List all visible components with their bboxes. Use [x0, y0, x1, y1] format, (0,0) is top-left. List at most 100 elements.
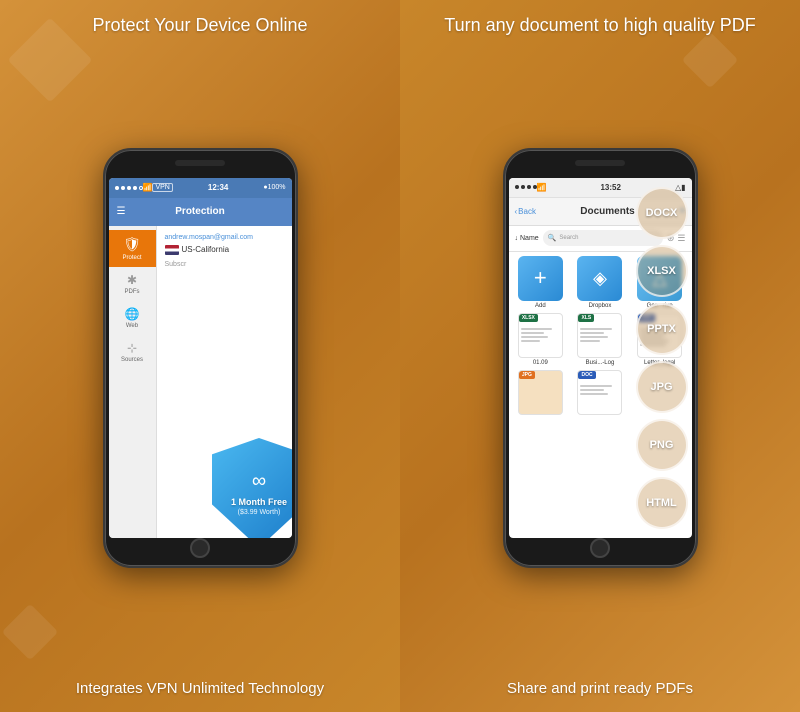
location-label: US-California [182, 245, 230, 254]
format-pills-container: DOCX XLSX PPTX JPG PNG HTML [636, 187, 688, 529]
xls-label: Busi...-Log [586, 360, 615, 366]
search-icon: 🔍 [548, 234, 557, 242]
format-pill-html: HTML [636, 477, 688, 529]
signal-dot-3 [127, 186, 131, 190]
vpn-subscription: Subscr [165, 261, 284, 268]
us-flag-icon [165, 245, 179, 255]
doc-sort-button[interactable]: ↓ Name [515, 235, 539, 242]
vpn-nav-title: Protection [175, 206, 224, 217]
left-panel: Protect Your Device Online 📶 [0, 0, 400, 712]
xls-preview-lines [578, 326, 621, 346]
doc-item-xlsx[interactable]: XLSX 01.09 [513, 313, 569, 366]
doc-item-dropbox[interactable]: ◈ Dropbox [572, 256, 628, 309]
doc-dot-2 [521, 185, 525, 189]
format-pill-pptx: PPTX [636, 303, 688, 355]
jpg-pill-label: JPG [650, 381, 672, 393]
doc2-file-icon: DOC [577, 370, 622, 415]
app-container: Protect Your Device Online 📶 [0, 0, 800, 712]
xlsx-file-icon: XLSX [518, 313, 563, 358]
pdf-icon: ✱ [127, 273, 137, 287]
wifi-icon: 📶 [143, 183, 153, 192]
vpn-status-bar: 📶 VPN 12:34 ● 100% [109, 178, 292, 198]
sort-label: Name [520, 235, 539, 242]
xls-file-icon: XLS [577, 313, 622, 358]
jpg-badge: JPG [519, 371, 535, 379]
shield-shape: ∞ 1 Month Free ($3.99 Worth) [212, 438, 292, 538]
sources-icon: ⊹ [127, 341, 137, 355]
add-folder-icon: + [518, 256, 563, 301]
back-label: Back [518, 207, 536, 216]
xlsx-badge: XLSX [519, 314, 538, 322]
doc-item-xls[interactable]: XLS Busi...-Log [572, 313, 628, 366]
left-phone-wrapper: 📶 VPN 12:34 ● 100% ☰ Protection [103, 47, 298, 668]
png-label: PNG [650, 439, 674, 451]
doc-dot-1 [515, 185, 519, 189]
right-panel-title: Turn any document to high quality PDF [424, 0, 776, 47]
shield-logo: ∞ [252, 470, 266, 493]
left-panel-footer: Integrates VPN Unlimited Technology [56, 669, 344, 712]
dropbox-label: Dropbox [589, 303, 612, 309]
format-pill-png: PNG [636, 419, 688, 471]
sidebar-pdfs-label: PDFs [125, 289, 140, 295]
search-placeholder: Search [559, 235, 578, 241]
doc-time: 13:52 [600, 183, 620, 192]
xlsx-label: 01.09 [533, 360, 548, 366]
dropbox-folder-icon: ◈ [577, 256, 622, 301]
signal-dots [115, 186, 143, 190]
home-button-right[interactable] [590, 538, 610, 558]
doc-dot-3 [527, 185, 531, 189]
sidebar-item-web[interactable]: 🌐 Web [109, 301, 156, 335]
docx-label: DOCX [646, 207, 678, 219]
vpn-nav-bar: ☰ Protection [109, 198, 292, 226]
xlsx-pill-label: XLSX [647, 265, 676, 277]
protect-icon: 🛡 [123, 236, 141, 253]
format-pill-docx: DOCX [636, 187, 688, 239]
add-label: Add [535, 303, 546, 309]
vpn-body: 🛡 Protect ✱ PDFs 🌐 Web [109, 226, 292, 538]
sidebar-protect-label: Protect [122, 255, 141, 261]
sort-icon: ↓ [515, 235, 519, 242]
signal-dot-4 [133, 186, 137, 190]
signal-dot-2 [121, 186, 125, 190]
sidebar-item-pdfs[interactable]: ✱ PDFs [109, 267, 156, 301]
shield-overlay: ∞ 1 Month Free ($3.99 Worth) [212, 438, 292, 538]
carrier-label: VPN [152, 183, 172, 192]
doc-item-add[interactable]: + Add [513, 256, 569, 309]
vpn-content: andrew.mospan@gmail.com US-California Su… [157, 226, 292, 538]
sidebar-sources-label: Sources [121, 357, 143, 363]
file-preview-lines [519, 326, 562, 346]
doc-back-button[interactable]: ‹ Back [515, 207, 536, 216]
jpg-file-icon: JPG [518, 370, 563, 415]
status-time: 12:34 [208, 183, 228, 192]
doc-item-jpg[interactable]: JPG [513, 370, 569, 417]
shield-promo-subtext: ($3.99 Worth) [238, 509, 281, 516]
left-panel-title: Protect Your Device Online [72, 0, 327, 47]
sidebar-item-protect[interactable]: 🛡 Protect [109, 230, 156, 267]
vpn-location: US-California [165, 245, 284, 255]
left-phone: 📶 VPN 12:34 ● 100% ☰ Protection [103, 148, 298, 568]
vpn-email: andrew.mospan@gmail.com [165, 234, 284, 241]
doc2-badge: DOC [578, 371, 595, 379]
vpn-sidebar: 🛡 Protect ✱ PDFs 🌐 Web [109, 226, 157, 538]
doc-wifi-icon: 📶 [537, 183, 547, 192]
chevron-left-icon: ‹ [515, 207, 518, 216]
right-phone-wrapper: 📶 13:52 △ ▮ ‹ Back Documents + [503, 47, 698, 668]
sidebar-item-sources[interactable]: ⊹ Sources [109, 335, 156, 369]
pptx-label: PPTX [647, 323, 676, 335]
home-button-left[interactable] [190, 538, 210, 558]
format-pill-xlsx: XLSX [636, 245, 688, 297]
shield-promo-text: 1 Month Free [231, 497, 287, 508]
format-pill-jpg: JPG [636, 361, 688, 413]
sidebar-web-label: Web [126, 323, 138, 329]
doc-item-doc2[interactable]: DOC [572, 370, 628, 417]
xls-badge: XLS [578, 314, 594, 322]
right-panel-footer: Share and print ready PDFs [487, 669, 713, 712]
html-label: HTML [646, 497, 677, 509]
doc-signal-dots [515, 185, 537, 189]
battery-label: 100% [268, 184, 286, 191]
right-panel: Turn any document to high quality PDF 📶 … [400, 0, 800, 712]
menu-icon[interactable]: ☰ [117, 206, 126, 217]
left-phone-screen: 📶 VPN 12:34 ● 100% ☰ Protection [109, 178, 292, 538]
signal-dot-1 [115, 186, 119, 190]
doc2-preview-lines [578, 383, 621, 399]
